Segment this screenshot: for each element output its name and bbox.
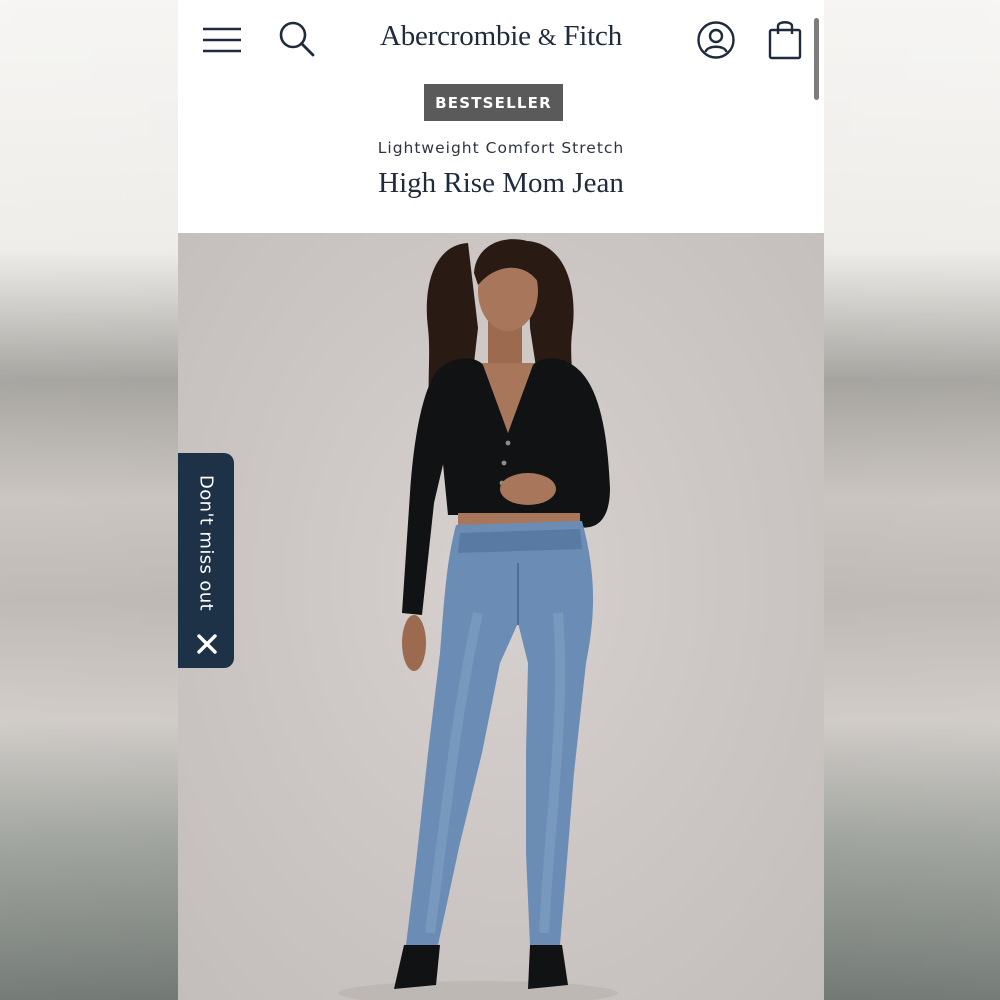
- promo-close-button[interactable]: [196, 633, 218, 655]
- hamburger-menu-icon: [203, 27, 241, 53]
- bestseller-badge: BESTSELLER: [424, 84, 563, 121]
- close-icon: [197, 634, 217, 654]
- brand-logo[interactable]: Abercrombie & Fitch: [358, 20, 644, 53]
- shopping-bag-button[interactable]: [764, 14, 806, 64]
- search-button[interactable]: [274, 16, 320, 62]
- search-icon: [279, 21, 315, 57]
- product-subtitle: Lightweight Comfort Stretch: [377, 139, 625, 157]
- shopping-bag-icon: [768, 21, 802, 60]
- menu-button[interactable]: [198, 18, 246, 62]
- account-button[interactable]: [692, 16, 740, 64]
- mobile-product-page: Abercrombie & Fitch BESTSELLER Lightweig…: [178, 0, 824, 1000]
- product-image[interactable]: [178, 233, 824, 1000]
- product-title: High Rise Mom Jean: [378, 167, 624, 199]
- scrollbar[interactable]: [814, 18, 819, 100]
- brand-name: Abercrombie: [379, 20, 531, 52]
- model-illustration: [338, 239, 618, 1000]
- product-header: Abercrombie & Fitch BESTSELLER Lightweig…: [178, 0, 824, 233]
- brand-ampersand: &: [537, 25, 557, 51]
- brand-name-tail: Fitch: [563, 20, 622, 52]
- dont-miss-out-tab[interactable]: Don't miss out: [178, 453, 234, 668]
- account-icon: [697, 21, 735, 59]
- promo-label: Don't miss out: [195, 475, 217, 612]
